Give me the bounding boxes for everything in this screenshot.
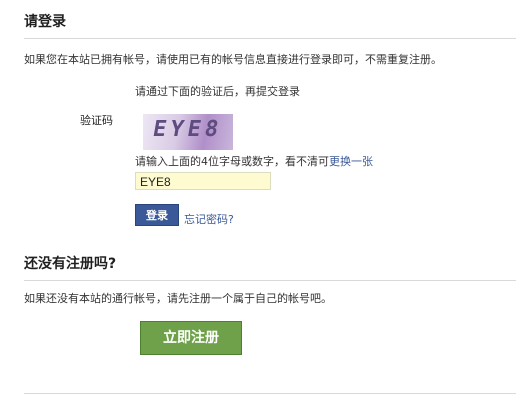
captcha-image-text: EYE8 xyxy=(150,117,225,142)
footer-divider xyxy=(24,393,516,394)
register-title: 还没有注册吗? xyxy=(24,256,117,272)
captcha-refresh-link[interactable]: 更换一张 xyxy=(329,155,373,168)
captcha-label: 验证码 xyxy=(80,114,113,127)
captcha-hint: 请输入上面的4位字母或数字，看不清可更换一张 xyxy=(135,153,373,169)
register-title-divider xyxy=(24,280,516,281)
register-button[interactable]: 立即注册 xyxy=(140,321,242,355)
login-title: 请登录 xyxy=(24,14,66,30)
forgot-password-link[interactable]: 忘记密码? xyxy=(184,211,234,227)
verify-prompt: 请通过下面的验证后，再提交登录 xyxy=(135,85,300,98)
captcha-input[interactable]: EYE8 xyxy=(135,172,271,190)
login-button[interactable]: 登录 xyxy=(135,204,179,226)
login-title-divider xyxy=(24,38,516,39)
captcha-image[interactable]: EYE8 xyxy=(143,114,233,150)
login-intro: 如果您在本站已拥有帐号，请使用已有的帐号信息直接进行登录即可，不需重复注册。 xyxy=(24,53,442,66)
captcha-hint-text: 请输入上面的4位字母或数字，看不清可 xyxy=(135,155,329,168)
register-intro: 如果还没有本站的通行帐号，请先注册一个属于自己的帐号吧。 xyxy=(24,292,332,305)
